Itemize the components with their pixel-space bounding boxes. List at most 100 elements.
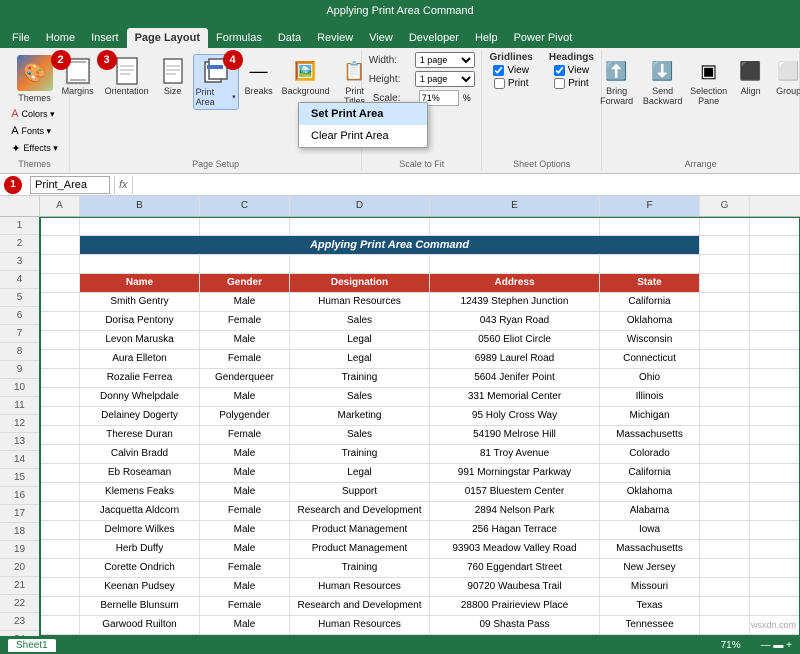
cell[interactable]: 28800 Prairieview Place: [430, 597, 600, 615]
cell[interactable]: [40, 369, 80, 387]
cell[interactable]: Oklahoma: [600, 483, 700, 501]
cell[interactable]: Sales: [290, 312, 430, 330]
cell[interactable]: Male: [200, 388, 290, 406]
cell[interactable]: Michigan: [600, 407, 700, 425]
cell[interactable]: Training: [290, 445, 430, 463]
cell[interactable]: California: [600, 293, 700, 311]
breaks-button[interactable]: — Breaks: [241, 54, 277, 98]
cell[interactable]: Male: [200, 483, 290, 501]
cell[interactable]: [40, 616, 80, 634]
cell[interactable]: New Jersey: [600, 559, 700, 577]
cell[interactable]: Male: [200, 331, 290, 349]
cell[interactable]: Bernelle Blunsum: [80, 597, 200, 615]
colors-button[interactable]: A Colors ▾: [7, 106, 62, 122]
cell[interactable]: [40, 464, 80, 482]
cell[interactable]: 2894 Nelson Park: [430, 502, 600, 520]
cell[interactable]: [290, 217, 430, 235]
cell[interactable]: Female: [200, 635, 290, 636]
cell[interactable]: 6 Maple Plaza: [430, 635, 600, 636]
cell[interactable]: [200, 255, 290, 273]
cell[interactable]: Human Resources: [290, 293, 430, 311]
cell[interactable]: Oklahoma: [600, 312, 700, 330]
cell[interactable]: Eb Roseaman: [80, 464, 200, 482]
cell[interactable]: Research and Development: [290, 597, 430, 615]
cell[interactable]: Jacquetta Aldcorn: [80, 502, 200, 520]
cell[interactable]: Garwood Ruilton: [80, 616, 200, 634]
send-backward-button[interactable]: ⬇️ Send Backward: [641, 54, 685, 108]
cell[interactable]: [700, 464, 750, 482]
cell[interactable]: 12439 Stephen Junction: [430, 293, 600, 311]
cell[interactable]: [430, 255, 600, 273]
cell[interactable]: Support: [290, 483, 430, 501]
cell[interactable]: [40, 578, 80, 596]
cell[interactable]: [40, 559, 80, 577]
cell[interactable]: [700, 350, 750, 368]
cell[interactable]: Sales: [290, 426, 430, 444]
background-button[interactable]: 🖼️ Background: [279, 54, 333, 98]
cell[interactable]: [700, 559, 750, 577]
cell[interactable]: Texas: [600, 635, 700, 636]
cell[interactable]: Levon Maruska: [80, 331, 200, 349]
cell[interactable]: 331 Memorial Center: [430, 388, 600, 406]
cell[interactable]: Murial Landal: [80, 635, 200, 636]
cell[interactable]: 81 Troy Avenue: [430, 445, 600, 463]
cell[interactable]: Sales: [290, 388, 430, 406]
cell[interactable]: 5604 Jenifer Point: [430, 369, 600, 387]
cell[interactable]: [700, 616, 750, 634]
sheet-tab-sheet1[interactable]: Sheet1: [8, 639, 56, 652]
cell[interactable]: Donny Whelpdale: [80, 388, 200, 406]
cell[interactable]: [40, 407, 80, 425]
tab-file[interactable]: File: [4, 28, 38, 48]
cell[interactable]: [700, 331, 750, 349]
cell[interactable]: Tennessee: [600, 616, 700, 634]
tab-insert[interactable]: Insert: [83, 28, 127, 48]
cell[interactable]: [700, 274, 750, 292]
cell[interactable]: Illinois: [600, 388, 700, 406]
cell[interactable]: Male: [200, 540, 290, 558]
size-button[interactable]: Size: [155, 54, 191, 98]
cell[interactable]: [200, 217, 290, 235]
cell[interactable]: [80, 217, 200, 235]
cell[interactable]: [430, 217, 600, 235]
cell[interactable]: Legal: [290, 331, 430, 349]
cell[interactable]: Female: [200, 426, 290, 444]
cell[interactable]: Legal: [290, 464, 430, 482]
tab-help[interactable]: Help: [467, 28, 506, 48]
cell[interactable]: Connecticut: [600, 350, 700, 368]
cell[interactable]: [700, 293, 750, 311]
cell[interactable]: Applying Print Area Command: [80, 236, 700, 254]
cell[interactable]: Missouri: [600, 578, 700, 596]
cell[interactable]: Herb Duffy: [80, 540, 200, 558]
group-button[interactable]: ⬜ Group: [771, 54, 800, 98]
zoom-control[interactable]: — ▬ +: [761, 640, 792, 651]
cell[interactable]: [700, 217, 750, 235]
cell[interactable]: 760 Eggendart Street: [430, 559, 600, 577]
cell[interactable]: Address: [430, 274, 600, 292]
cell[interactable]: Wisconsin: [600, 331, 700, 349]
set-print-area-item[interactable]: Set Print Area: [299, 103, 427, 125]
cell[interactable]: Male: [200, 293, 290, 311]
cell[interactable]: Massachusetts: [600, 426, 700, 444]
cell[interactable]: [40, 540, 80, 558]
tab-home[interactable]: Home: [38, 28, 83, 48]
cell[interactable]: [40, 426, 80, 444]
cell[interactable]: [80, 255, 200, 273]
cell[interactable]: [40, 274, 80, 292]
cell[interactable]: Klemens Feaks: [80, 483, 200, 501]
cell[interactable]: 0560 Eliot Circle: [430, 331, 600, 349]
clear-print-area-item[interactable]: Clear Print Area: [299, 125, 427, 147]
selection-pane-button[interactable]: ▣ Selection Pane: [687, 54, 731, 108]
cell[interactable]: California: [600, 464, 700, 482]
cell[interactable]: 90720 Waubesa Trail: [430, 578, 600, 596]
cell[interactable]: Dorisa Pentony: [80, 312, 200, 330]
cell[interactable]: [700, 521, 750, 539]
name-box[interactable]: [30, 176, 110, 194]
cell[interactable]: Massachusetts: [600, 540, 700, 558]
cell[interactable]: [700, 236, 750, 254]
gridlines-view-checkbox[interactable]: [493, 65, 504, 76]
headings-view-checkbox[interactable]: [554, 65, 565, 76]
cell[interactable]: 6989 Laurel Road: [430, 350, 600, 368]
cell[interactable]: [40, 635, 80, 636]
formula-input[interactable]: [137, 179, 796, 191]
cell[interactable]: Delainey Dogerty: [80, 407, 200, 425]
